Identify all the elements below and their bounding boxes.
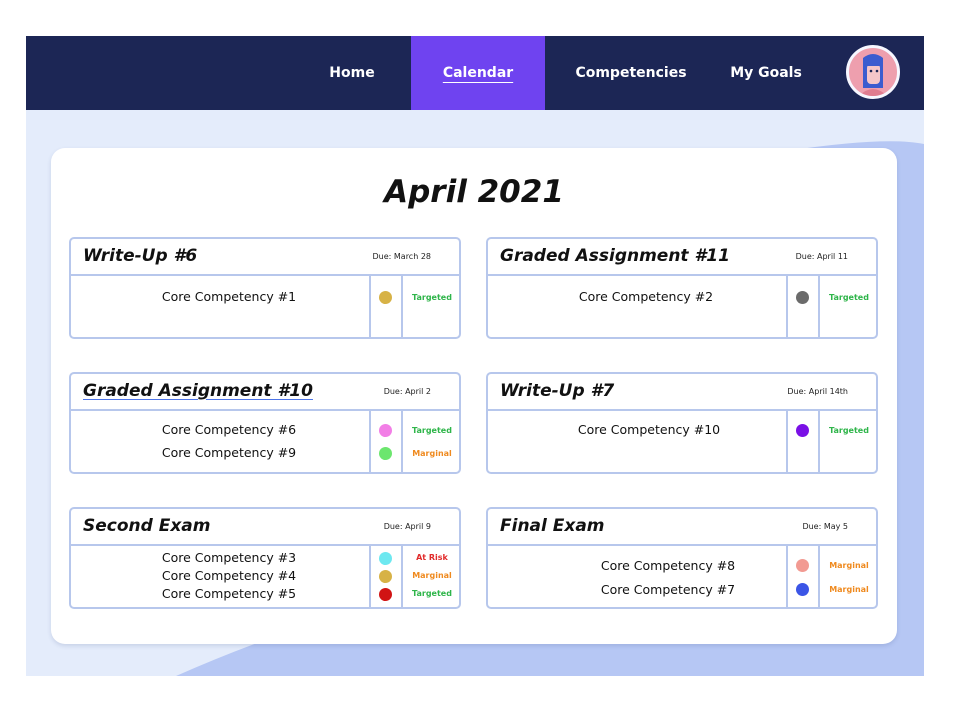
column-divider	[369, 546, 371, 607]
competency-status: Targeted	[412, 426, 452, 435]
due-date: Due: April 14th	[787, 387, 848, 396]
assignment-card-second-exam[interactable]: Second Exam Due: April 9 Core Competency…	[69, 507, 461, 609]
competency-status: Marginal	[829, 585, 869, 594]
card-body: Core Competency #3 At Risk Core Competen…	[71, 546, 459, 607]
card-body: Core Competency #1 Targeted	[71, 276, 459, 337]
competency-name: Core Competency #6	[161, 422, 297, 437]
column-divider	[401, 411, 403, 472]
competency-name: Core Competency #8	[600, 558, 736, 573]
competency-status: Targeted	[412, 293, 452, 302]
card-title[interactable]: Final Exam	[500, 516, 605, 536]
nav-my-goals[interactable]: My Goals	[716, 36, 816, 110]
card-header: Graded Assignment #11 Due: April 11	[488, 239, 876, 276]
month-title: April 2021	[384, 174, 564, 210]
top-nav-bar: Home Calendar Competencies My Goals	[26, 36, 924, 110]
competency-color-dot	[379, 291, 392, 304]
competency-name: Core Competency #7	[600, 582, 736, 597]
nav-calendar-label: Calendar	[442, 65, 514, 81]
assignment-card-final-exam[interactable]: Final Exam Due: May 5 Core Competency #8…	[486, 507, 878, 609]
nav-my-goals-label: My Goals	[730, 65, 802, 81]
competency-name: Core Competency #1	[161, 289, 297, 304]
competency-name: Core Competency #5	[161, 586, 297, 601]
competency-color-dot	[796, 559, 809, 572]
card-body: Core Competency #6 Targeted Core Compete…	[71, 411, 459, 472]
nav-calendar[interactable]: Calendar	[411, 36, 545, 110]
card-title[interactable]: Second Exam	[83, 516, 210, 536]
competency-status: Targeted	[829, 426, 869, 435]
due-date: Due: May 5	[802, 522, 848, 531]
nav-competencies-label: Competencies	[575, 65, 687, 81]
column-divider	[786, 411, 788, 472]
nav-competencies[interactable]: Competencies	[566, 36, 696, 110]
due-date: Due: April 2	[383, 387, 431, 396]
column-divider	[369, 411, 371, 472]
calendar-panel: April 2021 Write-Up #6 Due: March 28 Cor…	[51, 148, 897, 644]
column-divider	[818, 411, 820, 472]
competency-color-dot	[379, 570, 392, 583]
card-body: Core Competency #8 Marginal Core Compete…	[488, 546, 876, 607]
competency-color-dot	[379, 447, 392, 460]
column-divider	[786, 546, 788, 607]
card-header: Second Exam Due: April 9	[71, 509, 459, 546]
column-divider	[786, 276, 788, 337]
assignment-card-write-up-7[interactable]: Write-Up #7 Due: April 14th Core Compete…	[486, 372, 878, 474]
competency-color-dot	[379, 552, 392, 565]
due-date: Due: April 9	[383, 522, 431, 531]
nav-home-label: Home	[329, 65, 375, 81]
nav-home[interactable]: Home	[309, 36, 395, 110]
user-avatar[interactable]	[846, 45, 900, 99]
competency-status: Targeted	[829, 293, 869, 302]
card-title[interactable]: Graded Assignment #11	[500, 246, 730, 266]
column-divider	[818, 276, 820, 337]
competency-color-dot	[379, 588, 392, 601]
column-divider	[401, 276, 403, 337]
competency-name: Core Competency #4	[161, 568, 297, 583]
competency-name: Core Competency #10	[577, 422, 721, 437]
card-body: Core Competency #2 Targeted	[488, 276, 876, 337]
card-header: Write-Up #6 Due: March 28	[71, 239, 459, 276]
card-header: Write-Up #7 Due: April 14th	[488, 374, 876, 411]
due-date: Due: April 11	[795, 252, 848, 261]
column-divider	[369, 276, 371, 337]
assignment-card-graded-assignment-11[interactable]: Graded Assignment #11 Due: April 11 Core…	[486, 237, 878, 339]
assignment-card-write-up-6[interactable]: Write-Up #6 Due: March 28 Core Competenc…	[69, 237, 461, 339]
card-title[interactable]: Write-Up #7	[500, 381, 614, 401]
card-header: Graded Assignment #10 Due: April 2	[71, 374, 459, 411]
assignment-card-graded-assignment-10[interactable]: Graded Assignment #10 Due: April 2 Core …	[69, 372, 461, 474]
competency-name: Core Competency #3	[161, 550, 297, 565]
avatar-face-icon	[859, 54, 887, 96]
competency-status: Targeted	[412, 589, 452, 598]
app-window: Home Calendar Competencies My Goals Apri…	[26, 36, 924, 676]
competency-color-dot	[796, 424, 809, 437]
card-header: Final Exam Due: May 5	[488, 509, 876, 546]
competency-status: Marginal	[829, 561, 869, 570]
due-date: Due: March 28	[372, 252, 432, 261]
competency-status: Marginal	[412, 571, 452, 580]
competency-color-dot	[379, 424, 392, 437]
card-title[interactable]: Graded Assignment #10	[83, 381, 313, 401]
card-body: Core Competency #10 Targeted	[488, 411, 876, 472]
competency-name: Core Competency #9	[161, 445, 297, 460]
competency-status: At Risk	[416, 553, 448, 562]
competency-color-dot	[796, 291, 809, 304]
competency-color-dot	[796, 583, 809, 596]
card-title[interactable]: Write-Up #6	[83, 246, 197, 266]
competency-status: Marginal	[412, 449, 452, 458]
competency-name: Core Competency #2	[578, 289, 714, 304]
column-divider	[818, 546, 820, 607]
